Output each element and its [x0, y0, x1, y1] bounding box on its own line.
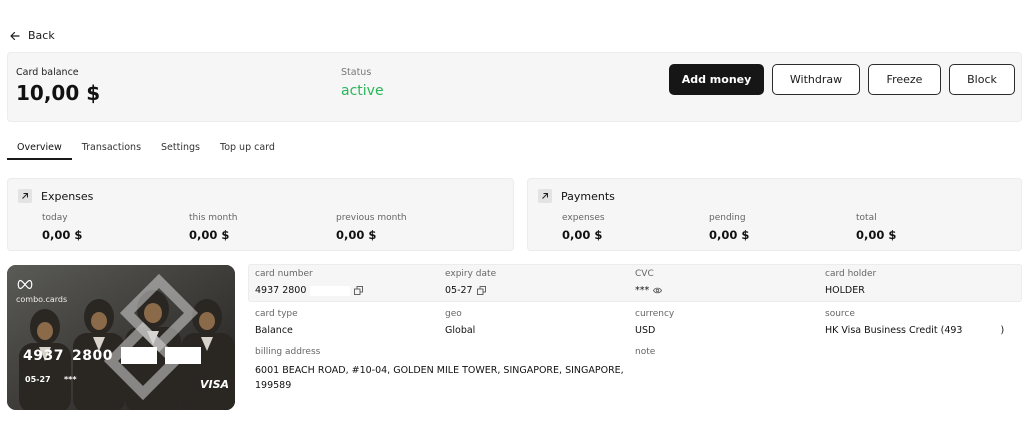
card-number-part: 4937 — [23, 347, 64, 364]
stat-label: pending — [709, 213, 746, 223]
field-geo: geo Global — [445, 309, 475, 336]
block-button[interactable]: Block — [949, 64, 1015, 95]
stat-label: this month — [189, 213, 238, 223]
copy-icon[interactable] — [354, 286, 364, 295]
card-logo: combo.cards — [16, 275, 67, 304]
payments-title: Payments — [561, 189, 615, 203]
card-image: combo.cards 4937 2800 05-27 *** VISA — [7, 265, 235, 410]
stat-value: 0,00 $ — [42, 228, 83, 242]
field-expiry-date: expiry date 05-27 — [445, 269, 496, 296]
arrow-left-icon — [10, 31, 20, 40]
card-brand: combo.cards — [16, 295, 68, 304]
field-card-holder: card holder HOLDER — [825, 269, 876, 296]
field-label: CVC — [635, 269, 654, 279]
field-label: card number — [255, 269, 313, 279]
payments-pending: pending 0,00 $ — [709, 213, 749, 242]
field-label: billing address — [255, 347, 321, 357]
stat-value: 0,00 $ — [336, 228, 377, 242]
billing-address-line: 6001 BEACH ROAD, #10-04, GOLDEN MILE TOW… — [255, 365, 624, 376]
stat-label: total — [856, 213, 877, 223]
field-value: HK Visa Business Credit (493) — [825, 325, 1004, 336]
field-value: USD — [635, 325, 656, 336]
copy-icon[interactable] — [476, 286, 486, 295]
stat-label: previous month — [336, 213, 407, 223]
card-number-value: 4937 2800 — [255, 285, 307, 296]
freeze-button[interactable]: Freeze — [868, 64, 941, 95]
field-label: expiry date — [445, 269, 497, 279]
card-expiry: 05-27 — [25, 375, 51, 384]
stat-value: 0,00 $ — [709, 228, 750, 242]
field-label: currency — [635, 309, 675, 319]
arrow-up-right-icon — [538, 189, 552, 203]
redaction-mask — [310, 285, 351, 296]
balance-panel: Card balance 10,00 $ Status active Add m… — [7, 52, 1022, 122]
field-label: card holder — [825, 269, 877, 279]
stat-value: 0,00 $ — [189, 228, 230, 242]
field-label: source — [825, 309, 855, 319]
card-number-part: 2800 — [71, 347, 113, 364]
source-value: HK Visa Business Credit (493 — [825, 325, 963, 336]
expenses-previous-month: previous month 0,00 $ — [336, 213, 407, 242]
field-billing-address: billing address 6001 BEACH ROAD, #10-04,… — [255, 347, 624, 393]
eye-icon[interactable] — [653, 286, 663, 295]
tab-transactions[interactable]: Transactions — [72, 137, 151, 160]
tab-overview[interactable]: Overview — [7, 137, 72, 160]
expenses-this-month: this month 0,00 $ — [189, 213, 238, 242]
card-number-display: 4937 2800 — [23, 347, 201, 364]
field-value: 4937 2800 — [255, 285, 364, 296]
tab-bar: Overview Transactions Settings Top up ca… — [7, 137, 285, 160]
stat-label: today — [42, 213, 68, 223]
tab-settings[interactable]: Settings — [151, 137, 210, 160]
tab-top-up-card[interactable]: Top up card — [210, 137, 285, 160]
field-value: *** — [635, 285, 663, 296]
field-card-type: card type Balance — [255, 309, 298, 336]
redaction-mask — [164, 347, 201, 364]
status-value: active — [341, 83, 384, 99]
stat-value: 0,00 $ — [856, 228, 897, 242]
expenses-panel: Expenses today 0,00 $ this month 0,00 $ … — [7, 178, 514, 251]
field-label: card type — [255, 309, 298, 319]
field-value: Global — [445, 325, 476, 336]
back-label: Back — [28, 29, 55, 42]
status-label: Status — [341, 67, 372, 78]
field-value: 6001 BEACH ROAD, #10-04, GOLDEN MILE TOW… — [255, 363, 624, 393]
redaction-mask — [120, 347, 157, 364]
balance-label: Card balance — [16, 67, 79, 78]
stat-label: expenses — [562, 213, 605, 223]
field-currency: currency USD — [635, 309, 674, 336]
withdraw-button[interactable]: Withdraw — [772, 64, 860, 95]
field-note: note — [635, 347, 655, 357]
payments-panel: Payments expenses 0,00 $ pending 0,00 $ … — [527, 178, 1022, 251]
field-label: geo — [445, 309, 462, 319]
field-value: 05-27 — [445, 285, 496, 296]
cvc-value: *** — [635, 285, 650, 296]
field-source: source HK Visa Business Credit (493) — [825, 309, 1004, 336]
infinity-icon — [17, 279, 33, 290]
source-suffix: ) — [1000, 325, 1005, 336]
field-value: HOLDER — [825, 285, 865, 296]
expiry-value: 05-27 — [445, 285, 473, 296]
balance-value: 10,00 $ — [16, 81, 101, 105]
expenses-today: today 0,00 $ — [42, 213, 82, 242]
payments-total: total 0,00 $ — [856, 213, 896, 242]
arrow-up-right-icon — [18, 189, 32, 203]
back-link[interactable]: Back — [9, 29, 55, 42]
expenses-header: Expenses — [18, 189, 93, 203]
field-card-number: card number 4937 2800 — [255, 269, 364, 296]
field-label: note — [635, 347, 656, 357]
expenses-title: Expenses — [41, 189, 94, 203]
visa-logo: VISA — [200, 378, 230, 391]
billing-address-line: 199589 — [255, 380, 292, 391]
redaction-mask — [966, 325, 997, 336]
payments-header: Payments — [538, 189, 615, 203]
stat-value: 0,00 $ — [562, 228, 603, 242]
card-cvc: *** — [64, 375, 77, 384]
field-value: Balance — [255, 325, 293, 336]
payments-expenses: expenses 0,00 $ — [562, 213, 605, 242]
field-cvc: CVC *** — [635, 269, 663, 296]
add-money-button[interactable]: Add money — [669, 64, 764, 95]
